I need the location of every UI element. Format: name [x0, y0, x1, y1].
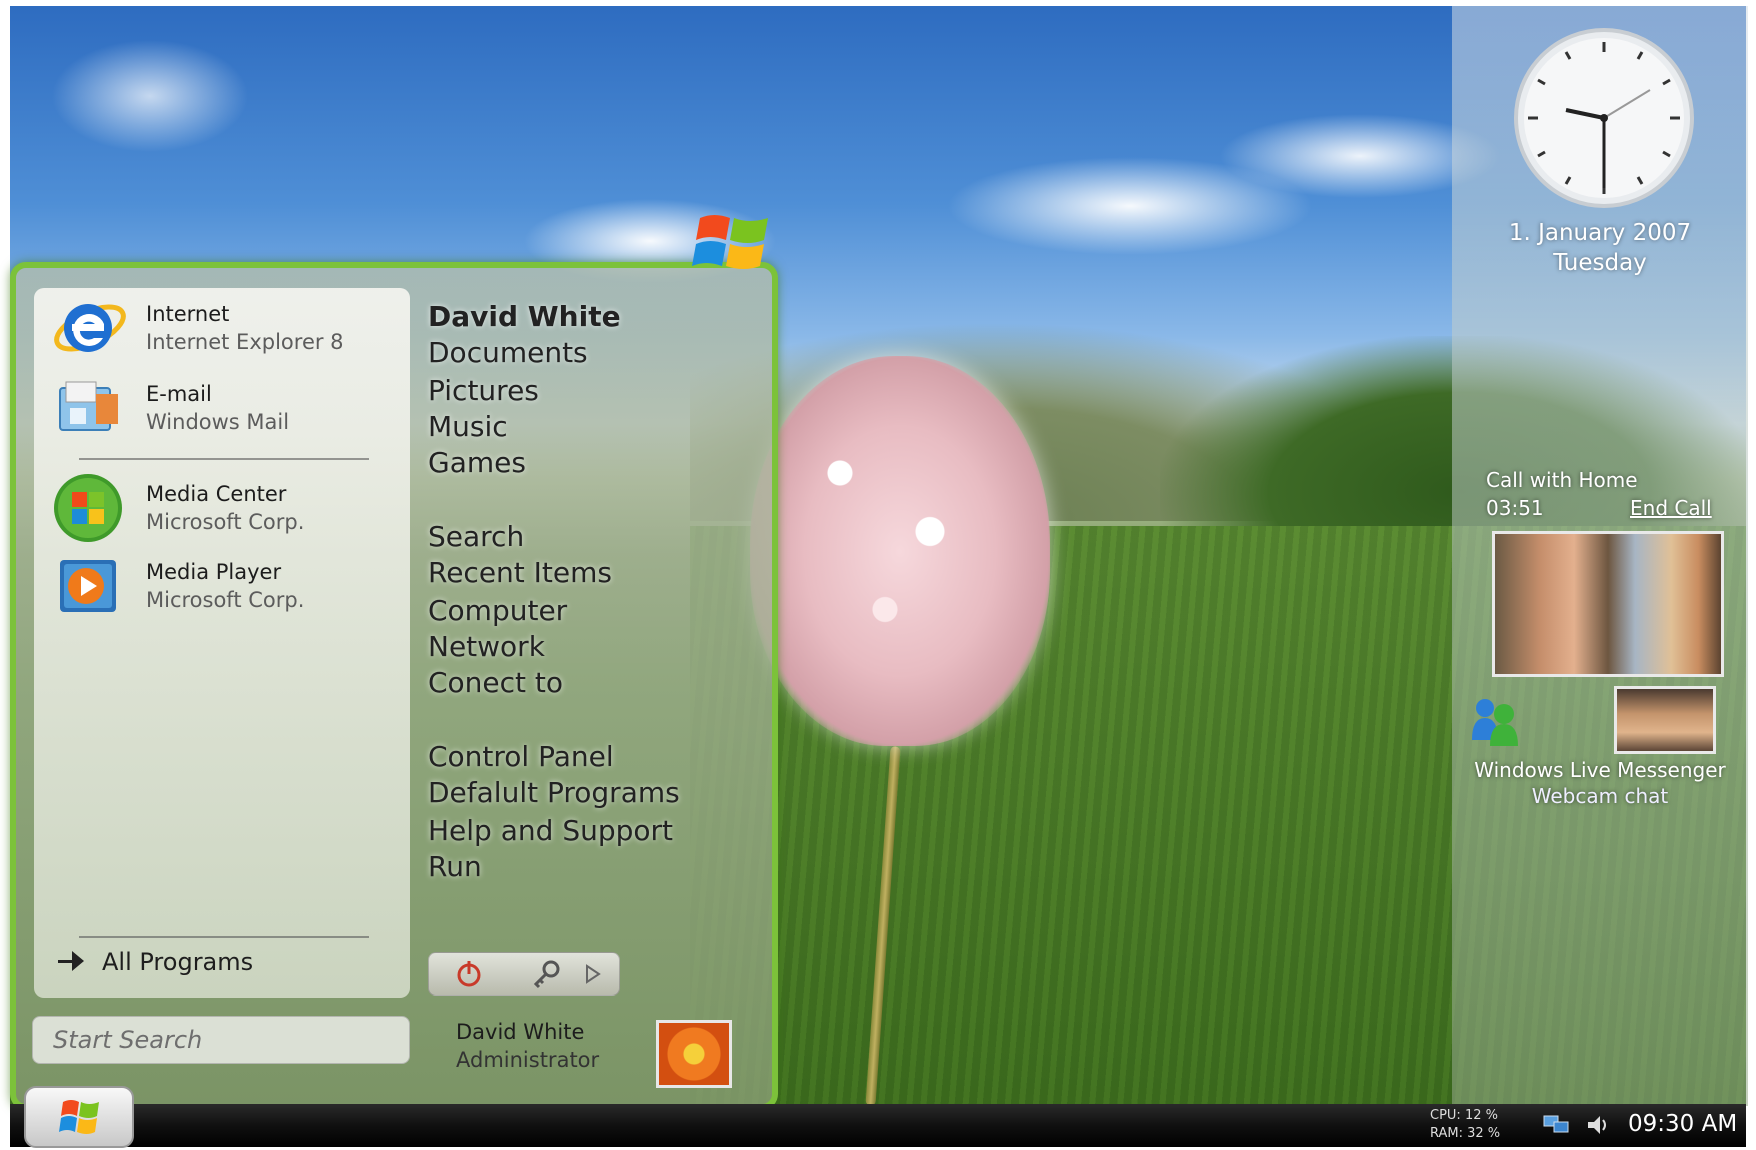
arrow-right-icon	[586, 964, 601, 984]
messenger-subtitle: Webcam chat	[1531, 784, 1669, 808]
start-menu: Internet Internet Explorer 8 E-mail Wind…	[10, 262, 778, 1110]
day-text: Tuesday	[1553, 250, 1647, 276]
windows-logo-icon	[690, 210, 776, 276]
program-subtitle: Microsoft Corp.	[146, 510, 305, 534]
program-title: Media Center	[146, 482, 287, 506]
place-documents[interactable]: Documents	[428, 336, 588, 369]
pinned-separator	[79, 458, 369, 460]
power-options-button[interactable]	[575, 957, 611, 991]
place-games[interactable]: Games	[428, 446, 526, 479]
program-internet[interactable]: Internet Internet Explorer 8	[48, 288, 408, 368]
flower	[750, 356, 1050, 746]
power-button[interactable]	[451, 957, 487, 991]
power-icon	[457, 961, 481, 987]
power-controls	[428, 952, 620, 996]
cpu-usage: CPU: 12 %	[1430, 1108, 1498, 1123]
place-control-panel[interactable]: Control Panel	[428, 740, 614, 773]
place-run[interactable]: Run	[428, 850, 482, 883]
call-timer: 03:51	[1486, 496, 1544, 520]
programs-pane: Internet Internet Explorer 8 E-mail Wind…	[34, 288, 410, 998]
user-avatar[interactable]	[656, 1020, 732, 1088]
program-subtitle: Internet Explorer 8	[146, 330, 344, 354]
clock-gadget[interactable]	[1494, 28, 1714, 208]
program-media-player[interactable]: Media Player Microsoft Corp.	[48, 546, 408, 626]
program-subtitle: Microsoft Corp.	[146, 588, 305, 612]
user-info: David White Administrator	[456, 1020, 599, 1072]
mail-icon	[48, 368, 128, 448]
start-button[interactable]	[24, 1086, 134, 1148]
user-name: David White	[456, 1020, 585, 1044]
place-computer[interactable]: Computer	[428, 594, 567, 627]
program-title: Internet	[146, 302, 230, 326]
all-programs-button[interactable]: All Programs	[58, 948, 253, 976]
windows-logo-icon	[59, 1100, 99, 1134]
arrow-right-icon	[58, 951, 84, 971]
start-search-input[interactable]	[32, 1016, 410, 1064]
place-help-and-support[interactable]: Help and Support	[428, 814, 673, 847]
place-recent-items[interactable]: Recent Items	[428, 556, 612, 589]
program-subtitle: Windows Mail	[146, 410, 290, 434]
place-default-programs[interactable]: Defalult Programs	[428, 776, 680, 809]
key-icon	[533, 960, 560, 989]
ram-usage: RAM: 32 %	[1430, 1126, 1501, 1141]
webcam-video-self[interactable]	[1614, 686, 1716, 754]
lock-button[interactable]	[529, 957, 565, 991]
call-title: Call with Home	[1486, 468, 1638, 492]
media-player-icon	[48, 546, 128, 626]
end-call-link[interactable]: End Call	[1630, 496, 1712, 520]
program-media-center[interactable]: Media Center Microsoft Corp.	[48, 468, 408, 548]
taskbar-clock[interactable]: 09:30 AM	[1628, 1111, 1737, 1137]
date-text: 1. January 2007	[1508, 220, 1692, 246]
taskbar: CPU: 12 % RAM: 32 % 09:30 AM	[10, 1086, 1746, 1148]
messenger-title: Windows Live Messenger	[1474, 758, 1726, 782]
program-title: E-mail	[146, 382, 212, 406]
messenger-icon[interactable]	[1468, 696, 1522, 748]
place-pictures[interactable]: Pictures	[428, 374, 539, 407]
sidebar: 1. January 2007 Tuesday Call with Home 0…	[1452, 6, 1748, 1106]
user-role: Administrator	[456, 1048, 600, 1072]
program-email[interactable]: E-mail Windows Mail	[48, 368, 408, 448]
network-icon[interactable]	[1542, 1112, 1570, 1138]
place-music[interactable]: Music	[428, 410, 508, 443]
place-search[interactable]: Search	[428, 520, 524, 553]
place-connect-to[interactable]: Conect to	[428, 666, 563, 699]
media-center-icon	[48, 468, 128, 548]
place-user-folder[interactable]: David White	[428, 300, 621, 333]
volume-icon[interactable]	[1584, 1112, 1612, 1138]
ie-icon	[48, 288, 128, 368]
place-network[interactable]: Network	[428, 630, 545, 663]
program-title: Media Player	[146, 560, 282, 584]
all-programs-label: All Programs	[102, 948, 254, 976]
all-programs-separator	[79, 936, 369, 938]
perf-meter: CPU: 12 % RAM: 32 %	[1430, 1107, 1500, 1143]
webcam-video-main[interactable]	[1492, 531, 1724, 677]
